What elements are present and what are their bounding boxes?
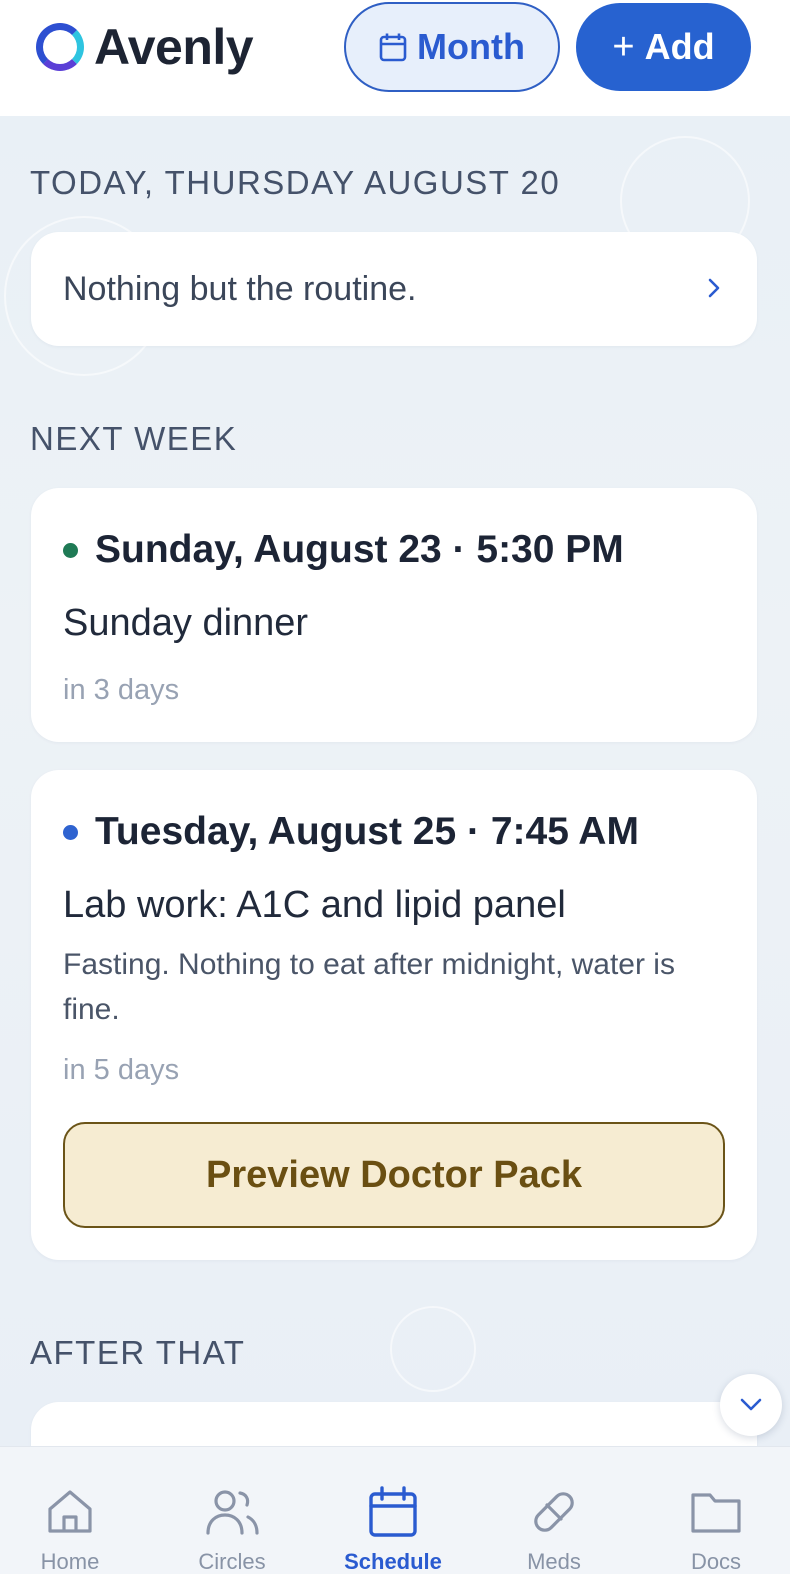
chevron-down-icon bbox=[740, 1398, 762, 1411]
plus-icon: + bbox=[612, 25, 635, 68]
preview-doctor-pack-button[interactable]: Preview Doctor Pack bbox=[63, 1122, 725, 1228]
event-header: Sunday, August 23 · 5:30 PM bbox=[63, 528, 624, 572]
bottom-navigation: Home Circles Schedule Meds Docs bbox=[0, 1446, 790, 1574]
calendar-icon bbox=[368, 1485, 418, 1539]
today-heading: TODAY, THURSDAY AUGUST 20 bbox=[30, 164, 561, 201]
event-header: Tuesday, August 25 · 7:45 AM bbox=[63, 810, 639, 854]
today-card[interactable]: Nothing but the routine. bbox=[31, 232, 757, 346]
chevron-right-icon bbox=[708, 278, 720, 298]
event-relative-time: in 5 days bbox=[63, 1054, 180, 1086]
schedule-feed[interactable]: TODAY, THURSDAY AUGUST 20 Nothing but th… bbox=[0, 116, 790, 1446]
next-week-heading: NEXT WEEK bbox=[30, 420, 238, 457]
event-date-time: Sunday, August 23 · 5:30 PM bbox=[95, 528, 624, 571]
folder-icon bbox=[690, 1485, 742, 1539]
logo-ring-icon bbox=[36, 23, 84, 71]
scroll-down-button[interactable] bbox=[720, 1374, 782, 1436]
event-title: Lab work: A1C and lipid panel bbox=[63, 884, 566, 926]
nav-item-docs[interactable]: Docs bbox=[637, 1447, 790, 1574]
decorative-circle bbox=[390, 1306, 476, 1392]
after-that-heading: AFTER THAT bbox=[30, 1334, 246, 1371]
event-card[interactable] bbox=[31, 1402, 757, 1446]
add-event-label: Add bbox=[644, 26, 715, 67]
nav-label: Home bbox=[40, 1549, 100, 1574]
nav-item-meds[interactable]: Meds bbox=[475, 1447, 633, 1574]
calendar-icon bbox=[379, 33, 407, 62]
nav-label: Circles bbox=[198, 1549, 266, 1574]
status-dot-icon bbox=[63, 542, 78, 558]
nav-label: Meds bbox=[527, 1549, 581, 1574]
app-header: Avenly Month + Add bbox=[0, 0, 790, 116]
brand-logo[interactable]: Avenly bbox=[36, 18, 254, 76]
status-dot-icon bbox=[63, 824, 78, 840]
event-card[interactable]: Sunday, August 23 · 5:30 PM Sunday dinne… bbox=[31, 488, 757, 742]
nav-label: Schedule bbox=[344, 1549, 442, 1574]
nav-item-circles[interactable]: Circles bbox=[153, 1447, 311, 1574]
event-note: Fasting. Nothing to eat after midnight, … bbox=[63, 948, 675, 1026]
home-icon bbox=[45, 1485, 95, 1539]
add-event-button[interactable]: + Add bbox=[576, 3, 751, 91]
event-relative-time: in 3 days bbox=[63, 674, 180, 706]
brand-name: Avenly bbox=[94, 19, 254, 75]
month-view-button[interactable]: Month bbox=[344, 2, 560, 92]
nav-label: Docs bbox=[690, 1549, 742, 1574]
nav-item-home[interactable]: Home bbox=[0, 1447, 149, 1574]
event-card[interactable]: Tuesday, August 25 · 7:45 AM Lab work: A… bbox=[31, 770, 757, 1260]
event-title: Sunday dinner bbox=[63, 602, 309, 644]
users-icon bbox=[205, 1485, 259, 1539]
pill-icon bbox=[528, 1485, 580, 1539]
event-date-time: Tuesday, August 25 · 7:45 AM bbox=[95, 810, 639, 853]
month-view-label: Month bbox=[417, 26, 525, 67]
today-summary: Nothing but the routine. bbox=[63, 270, 417, 308]
nav-item-schedule[interactable]: Schedule bbox=[314, 1447, 472, 1574]
